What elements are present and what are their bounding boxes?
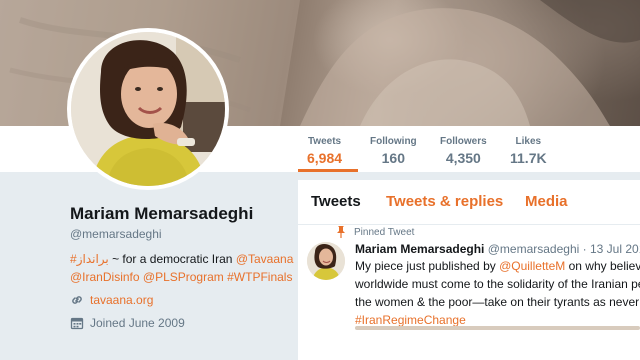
stat-followers[interactable]: Followers 4,350	[440, 136, 487, 166]
profile-handle: @memarsadeghi	[70, 227, 162, 241]
stat-tweets[interactable]: Tweets 6,984	[307, 136, 342, 166]
stat-label: Likes	[515, 136, 542, 147]
profile-joined: Joined June 2009	[70, 316, 185, 330]
stat-label: Tweets	[307, 136, 342, 147]
stat-value: 11.7K	[510, 150, 547, 166]
avatar-photo	[71, 32, 225, 186]
tweet-header: Mariam Memarsadeghi @memarsadeghi · 13 J…	[355, 242, 640, 256]
stat-label: Followers	[440, 136, 487, 147]
tweet-text: My piece just published by @QuilletteM o…	[355, 257, 640, 329]
bio-text: ~ for a democratic Iran	[108, 252, 236, 266]
tweet-line: worldwide must come to the solidarity of…	[355, 277, 640, 291]
stat-label: Following	[370, 136, 417, 147]
website-link[interactable]: tavaana.org	[90, 293, 153, 307]
bio-hashtag[interactable]: #برانداز	[70, 252, 109, 266]
profile-website: tavaana.org	[70, 293, 153, 307]
tweet-line: the women & the poor—take on their tyran…	[355, 295, 640, 309]
tweet-line: My piece just published by @QuilletteM o…	[355, 257, 640, 275]
profile-avatar[interactable]	[67, 28, 229, 190]
bio-hashtag[interactable]: #WTPFinals	[227, 270, 292, 284]
tweet-text-segment: on why believers	[568, 259, 640, 273]
joined-date: Joined June 2009	[90, 316, 185, 330]
bio-mention[interactable]: @Tavaana	[236, 252, 294, 266]
tweet-author[interactable]: Mariam Memarsadeghi	[355, 242, 484, 256]
tweet-avatar[interactable]	[307, 242, 345, 280]
tweet-mention[interactable]: @QuilletteM	[499, 259, 565, 273]
bio-mention[interactable]: @PLSProgram	[143, 270, 224, 284]
stat-likes[interactable]: Likes 11.7K	[510, 136, 547, 166]
pinned-tweet-label: Pinned Tweet	[336, 226, 414, 238]
tweet-date[interactable]: 13 Jul 2018	[590, 242, 640, 256]
tab-media[interactable]: Media	[525, 193, 568, 210]
stat-value: 4,350	[445, 150, 481, 166]
stat-following[interactable]: Following 160	[370, 136, 417, 166]
tweet-media-preview[interactable]	[355, 326, 640, 330]
tweet-handle[interactable]: @memarsadeghi	[488, 242, 580, 256]
calendar-icon	[70, 317, 84, 330]
pin-icon	[337, 226, 345, 238]
pinned-text: Pinned Tweet	[354, 226, 415, 238]
stat-value: 160	[381, 150, 405, 166]
tab-tweets[interactable]: Tweets	[311, 193, 361, 210]
link-icon	[72, 296, 82, 304]
profile-bio: #برانداز ~ for a democratic Iran @Tavaan…	[70, 250, 296, 286]
tweet-text-segment: My piece just published by	[355, 259, 500, 273]
tab-tweets-replies[interactable]: Tweets & replies	[386, 193, 503, 210]
tweet-hashtag[interactable]: #IranRegimeChange	[355, 313, 466, 327]
bio-mention[interactable]: @IranDisinfo	[70, 270, 140, 284]
tweet-separator: ·	[582, 242, 587, 256]
stat-value: 6,984	[307, 150, 343, 166]
profile-name: Mariam Memarsadeghi	[70, 204, 254, 223]
